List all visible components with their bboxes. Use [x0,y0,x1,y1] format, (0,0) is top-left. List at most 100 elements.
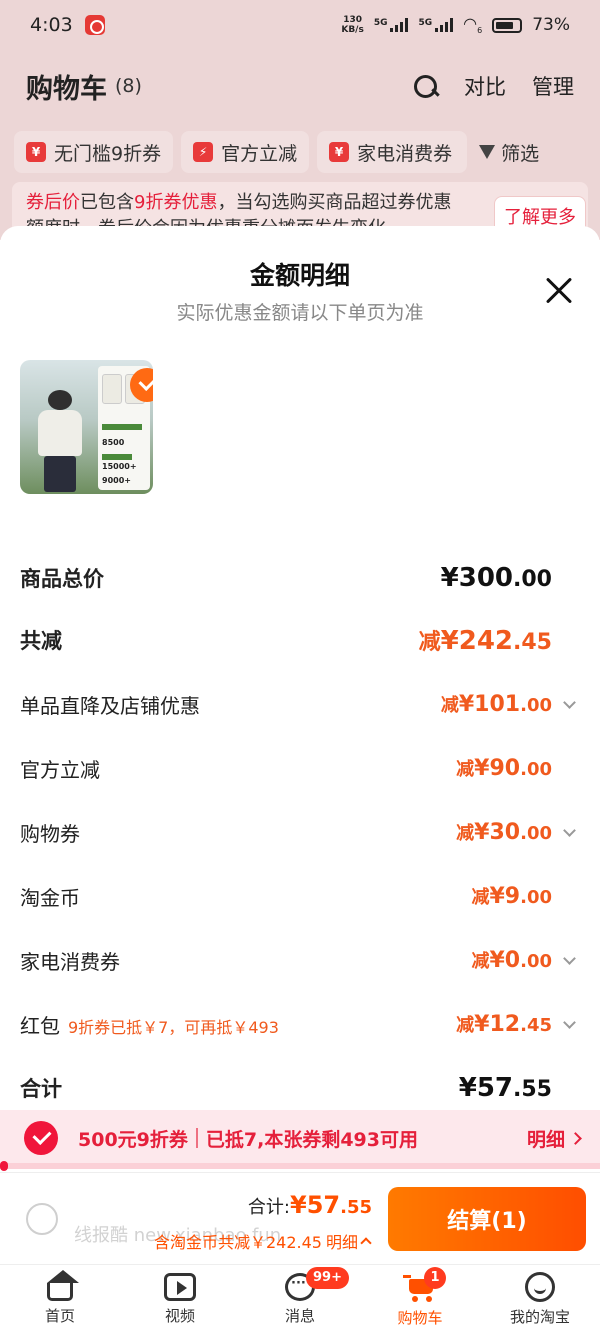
value-decimal: .00 [520,887,552,908]
coupon-check-icon[interactable] [24,1121,58,1155]
chevron-down-icon [562,1015,576,1029]
close-icon[interactable] [544,276,574,306]
red-packet-label: 红包 [20,1013,60,1038]
value-integer: ¥0 [489,948,521,973]
select-all-checkbox[interactable] [26,1203,58,1235]
chevron-down-icon [562,695,576,709]
message-badge: 99+ [306,1267,349,1289]
product-thumbnail[interactable]: 8500 15000+ 9000+ [20,360,153,494]
promo-text-1: 已包含 [80,192,134,213]
value-prefix: 减 [440,695,459,716]
battery-percent: 73% [532,15,570,35]
coupon-progress-bar [0,1161,600,1171]
value-decimal: .45 [513,630,552,655]
tab-label: 视频 [164,1307,195,1325]
chip-label: 无门槛9折券 [54,142,162,165]
manage-button[interactable]: 管理 [532,71,574,101]
value-decimal: .55 [513,1077,552,1102]
chip-official-discount[interactable]: ⚡ 官方立减 [181,131,310,173]
value-decimal: .00 [520,695,552,716]
chip-appliance-coupon[interactable]: ¥ 家电消费券 [317,131,468,173]
filter-button[interactable]: 筛选 [479,139,539,166]
filter-label: 筛选 [501,142,540,165]
row-appliance-coupon[interactable]: 家电消费券 减 ¥0.00 [0,940,600,980]
signal-label-1: 5G [373,18,388,28]
value-integer: ¥101 [458,692,521,717]
value-integer: ¥90 [474,756,521,781]
total-value: ¥57.55 [290,1191,372,1219]
tab-messages[interactable]: 99+ 消息 [240,1265,360,1333]
network-speed-value: 130 [343,15,362,25]
chevron-right-icon [569,1131,582,1145]
row-label: 合计 [20,1077,62,1101]
row-goods-total: 商品总价 ¥300.00 [0,558,600,598]
promo-highlight-2: 9折券优惠 [134,192,218,213]
compare-button[interactable]: 对比 [464,71,506,101]
row-label: 家电消费券 [20,949,120,974]
battery-icon [492,17,523,33]
cart-count: (8) [115,75,142,97]
checkout-button[interactable]: 结算(1) [388,1187,586,1251]
smile-icon [525,1272,555,1302]
coupon-bar[interactable]: 500元9折券 已抵7,本张券剩493可用 明细 [0,1110,600,1166]
thumb-number-3: 9000+ [102,476,131,485]
chip-label: 官方立减 [221,142,298,165]
savings-detail-link: 明细 [325,1233,358,1252]
chip-label: 家电消费券 [357,142,453,165]
total-line: 合计: ¥57.55 [248,1191,372,1219]
row-total-discount: 共减 减 ¥242.45 [0,620,600,660]
chevron-down-icon [562,823,576,837]
tab-cart[interactable]: 1 购物车 [360,1265,480,1333]
search-icon[interactable] [412,73,438,99]
app-notification-icon [84,15,105,35]
row-value: 减 ¥30.00 [456,819,552,845]
row-value: 减 ¥12.45 [456,1011,552,1037]
total-decimal: .55 [340,1197,372,1218]
coupon-detail-link[interactable]: 明细 [526,1125,582,1152]
value-prefix: 减 [456,1015,475,1036]
row-value: ¥57.55 [459,1073,552,1103]
savings-line[interactable]: 含淘金币共减￥242.45 明细 [154,1229,372,1253]
row-red-packet[interactable]: 红包 9折券已抵￥7，可再抵￥493 减 ¥12.45 [0,1004,600,1044]
coupon-detail-label: 明细 [526,1128,565,1151]
status-bar: 4:03 130 KB/s 5G 5G ◠6 73% [0,0,600,50]
status-time: 4:03 [30,14,73,36]
network-speed-unit: KB/s [341,25,364,35]
row-label: 官方立减 [20,757,100,782]
row-label: 商品总价 [20,567,104,591]
checkout-bar: 线报酷 new.xianbao.fun 合计: ¥57.55 含淘金币共减￥24… [0,1172,600,1264]
product-model-image [32,384,88,494]
value-prefix: 减 [418,630,441,655]
cart-page-background: 4:03 130 KB/s 5G 5G ◠6 73% 购物车 (8) 对比 管理… [0,0,600,240]
value-decimal: .45 [520,1015,552,1036]
video-icon [164,1273,196,1301]
value-integer: ¥12 [474,1012,521,1037]
row-taojinbi: 淘金币 减 ¥9.00 [0,876,600,916]
row-value: 减 ¥90.00 [456,755,552,781]
tab-my-taobao[interactable]: 我的淘宝 [480,1265,600,1333]
chevron-down-icon [562,951,576,965]
filter-chips: ¥ 无门槛9折券 ⚡ 官方立减 ¥ 家电消费券 筛选 [0,128,600,176]
total-label: 合计: [247,1197,290,1218]
row-shopping-coupon[interactable]: 购物券 减 ¥30.00 [0,812,600,852]
signal-icon-2: 5G [418,18,454,32]
value-decimal: .00 [513,567,552,592]
row-label: 购物券 [20,821,80,846]
cart-header: 购物车 (8) 对比 管理 [0,58,600,114]
value-prefix: 减 [471,887,490,908]
row-sum: 合计 ¥57.55 [0,1068,600,1108]
lightning-icon: ⚡ [193,142,214,162]
bottom-tab-bar: 首页 视频 99+ 消息 1 购物车 我的淘宝 [0,1264,600,1333]
tab-video[interactable]: 视频 [120,1265,240,1333]
value-prefix: 减 [456,759,475,780]
tab-home[interactable]: 首页 [0,1265,120,1333]
row-value: 减 ¥242.45 [419,624,552,656]
row-item-discount[interactable]: 单品直降及店铺优惠 减 ¥101.00 [0,684,600,724]
row-official-discount: 官方立减 减 ¥90.00 [0,748,600,788]
row-label: 共减 [20,629,62,653]
chip-coupon[interactable]: ¥ 无门槛9折券 [14,131,174,173]
coupon-icon: ¥ [329,142,350,162]
row-value: 减 ¥9.00 [471,883,552,909]
row-value: 减 ¥101.00 [441,691,552,717]
tab-label: 购物车 [397,1309,443,1327]
